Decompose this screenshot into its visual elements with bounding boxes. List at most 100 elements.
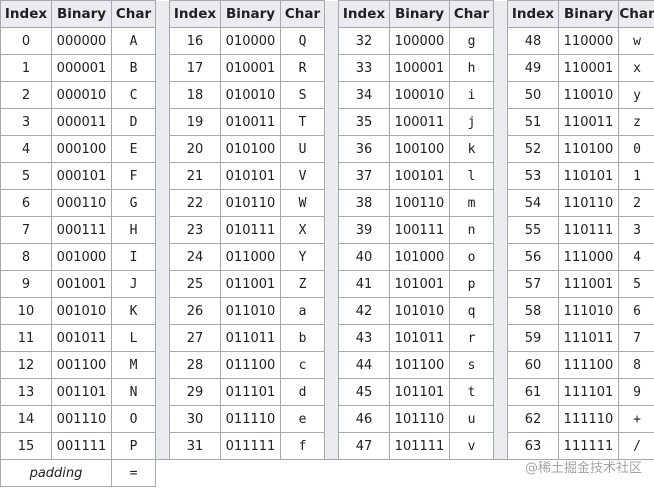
char-cell: 3 — [618, 216, 654, 244]
header-row: Index Binary Char Index Binary Char Index Binar… — [0, 0, 654, 28]
index-cell: 12 — [0, 351, 52, 379]
table-row: 12 001100 M 28 011100 c 44 101100 s 60 111100 8 — [0, 351, 654, 379]
binary-cell: 101001 — [389, 270, 450, 298]
table-row: 15 001111 P 31 011111 f 47 101111 v 63 111111/ — [0, 432, 654, 460]
column-group-separator — [155, 135, 170, 163]
index-cell: 52 — [507, 135, 559, 163]
index-cell: 57 — [507, 270, 559, 298]
char-cell: o — [449, 243, 494, 271]
index-cell: 56 — [507, 243, 559, 271]
char-cell: 7 — [618, 324, 654, 352]
binary-cell: 000010 — [51, 81, 112, 109]
index-header: Index — [338, 0, 390, 28]
char-cell: T — [280, 108, 325, 136]
index-cell: 53 — [507, 162, 559, 190]
char-cell: 6 — [618, 297, 654, 325]
index-cell: 43 — [338, 324, 390, 352]
binary-cell: 010100 — [220, 135, 281, 163]
index-cell: 37 — [338, 162, 390, 190]
index-cell: 3 — [0, 108, 52, 136]
binary-cell: 101111 — [389, 432, 450, 460]
table-row: 3 000011 D 19 010011 T 35 100011 j 51 110011 z — [0, 108, 654, 136]
char-cell: n — [449, 216, 494, 244]
index-cell: 25 — [169, 270, 221, 298]
char-cell: v — [449, 432, 494, 460]
char-header: Char — [111, 0, 156, 28]
column-group-separator — [155, 189, 170, 217]
column-group-separator — [493, 324, 508, 352]
char-cell: q — [449, 297, 494, 325]
index-cell: 34 — [338, 81, 390, 109]
table-row: 0 000000 A 16 010000 Q 32 100000 g 48 110000 w — [0, 27, 654, 55]
char-cell: x — [618, 54, 654, 82]
index-cell: 38 — [338, 189, 390, 217]
binary-cell: 010010 — [220, 81, 281, 109]
char-cell: J — [111, 270, 156, 298]
binary-cell: 001110 — [51, 405, 112, 433]
index-cell: 51 — [507, 108, 559, 136]
binary-cell: 000111 — [51, 216, 112, 244]
char-cell: r — [449, 324, 494, 352]
index-cell: 24 — [169, 243, 221, 271]
binary-cell: 111010 — [558, 297, 619, 325]
binary-cell: 111011 — [558, 324, 619, 352]
binary-cell: 010110 — [220, 189, 281, 217]
column-group-separator — [155, 432, 170, 460]
char-cell: V — [280, 162, 325, 190]
char-cell: L — [111, 324, 156, 352]
index-cell: 26 — [169, 297, 221, 325]
char-cell: E — [111, 135, 156, 163]
column-group-separator — [324, 135, 339, 163]
index-cell: 15 — [0, 432, 52, 460]
binary-cell: 100010 — [389, 81, 450, 109]
index-header: Index — [0, 0, 52, 28]
char-cell: 0 — [618, 135, 654, 163]
index-cell: 54 — [507, 189, 559, 217]
char-cell: 5 — [618, 270, 654, 298]
table-row: 4 000100 E 20 010100 U 36 100100 k 52 110100 0 — [0, 135, 654, 163]
binary-header: Binary — [220, 0, 281, 28]
char-cell: b — [280, 324, 325, 352]
index-cell: 55 — [507, 216, 559, 244]
binary-cell: 100111 — [389, 216, 450, 244]
char-cell: I — [111, 243, 156, 271]
index-cell: 39 — [338, 216, 390, 244]
index-cell: 11 — [0, 324, 52, 352]
index-cell: 7 — [0, 216, 52, 244]
char-cell: / — [618, 432, 654, 460]
binary-cell: 110011 — [558, 108, 619, 136]
binary-cell: 001001 — [51, 270, 112, 298]
column-group-separator — [493, 162, 508, 190]
index-cell: 28 — [169, 351, 221, 379]
binary-cell: 011110 — [220, 405, 281, 433]
column-group-separator — [493, 189, 508, 217]
binary-cell: 100110 — [389, 189, 450, 217]
binary-cell: 101110 — [389, 405, 450, 433]
char-cell: Z — [280, 270, 325, 298]
column-group-separator — [324, 162, 339, 190]
index-cell: 47 — [338, 432, 390, 460]
index-header: Index — [507, 0, 559, 28]
index-cell: 10 — [0, 297, 52, 325]
index-cell: 19 — [169, 108, 221, 136]
char-cell: l — [449, 162, 494, 190]
column-group-separator — [493, 432, 508, 460]
binary-cell: 001100 — [51, 351, 112, 379]
column-group-separator — [155, 270, 170, 298]
index-cell: 6 — [0, 189, 52, 217]
char-header: Char — [449, 0, 494, 28]
binary-cell: 101101 — [389, 378, 450, 406]
column-group-separator — [155, 27, 170, 55]
column-group-separator — [155, 324, 170, 352]
binary-cell: 101100 — [389, 351, 450, 379]
column-group-separator — [155, 378, 170, 406]
binary-cell: 101010 — [389, 297, 450, 325]
binary-cell: 001011 — [51, 324, 112, 352]
column-group-separator — [324, 432, 339, 460]
binary-cell: 111101 — [558, 378, 619, 406]
binary-cell: 110001 — [558, 54, 619, 82]
table-row: 14 001110 O 30 011110 e 46 101110 u 62 111110 + — [0, 405, 654, 433]
index-cell: 32 — [338, 27, 390, 55]
base64-index-table: Index Binary Char Index Binary Char Index Binar… — [0, 0, 654, 487]
binary-header: Binary — [389, 0, 450, 28]
